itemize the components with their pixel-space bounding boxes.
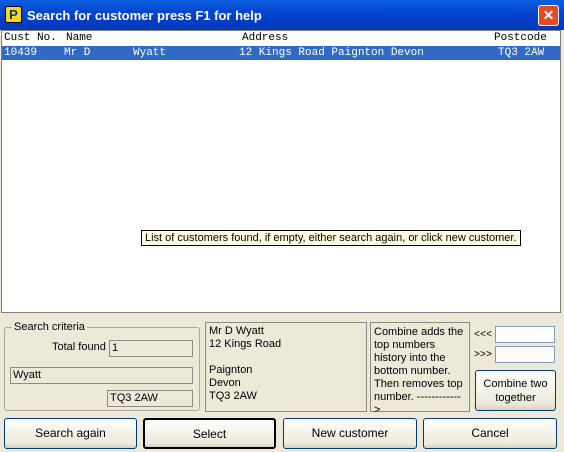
search-again-button[interactable]: Search again <box>4 418 137 449</box>
cell-title: Mr D <box>64 47 91 59</box>
cell-cust-no: 10439 <box>4 47 38 59</box>
column-header-postcode[interactable]: Postcode <box>494 32 547 44</box>
cancel-button[interactable]: Cancel <box>423 418 557 449</box>
results-tooltip: List of customers found, if empty, eithe… <box>141 230 521 246</box>
total-found-field: 1 <box>109 340 193 357</box>
address-line: TQ3 2AW <box>209 390 257 402</box>
grid-header: Cust No. Name Address Postcode <box>2 31 560 45</box>
bottom-arrow-label: >>> <box>474 350 493 361</box>
postcode-field: TQ3 2AW <box>107 390 193 407</box>
address-line: Paignton <box>209 364 253 376</box>
close-button[interactable]: ✕ <box>538 5 559 26</box>
top-arrow-label: <<< <box>474 330 493 341</box>
customer-results-grid[interactable]: Cust No. Name Address Postcode 10439 Mr … <box>1 30 561 313</box>
cell-surname: Wyatt <box>133 47 167 59</box>
title-bar: P Search for customer press F1 for help … <box>0 0 564 30</box>
close-icon: ✕ <box>542 7 555 23</box>
table-row[interactable]: 10439 Mr D Wyatt 12 Kings Road Paignton … <box>2 46 560 60</box>
select-button[interactable]: Select <box>143 418 276 449</box>
combine-two-together-button[interactable]: Combine two together <box>475 370 556 411</box>
app-icon: P <box>5 6 22 23</box>
address-panel: Mr D Wyatt 12 Kings Road Paignton Devon … <box>205 322 367 412</box>
address-line: Devon <box>209 377 241 389</box>
cell-postcode: TQ3 2AW <box>498 47 545 59</box>
surname-field: Wyatt <box>10 367 193 384</box>
column-header-address[interactable]: Address <box>242 32 288 44</box>
search-criteria-legend: Search criteria <box>12 321 87 333</box>
combine-help-text: Combine adds the top numbers history int… <box>370 322 470 416</box>
new-customer-button[interactable]: New customer <box>283 418 417 449</box>
column-header-cust-no[interactable]: Cust No. <box>4 32 57 44</box>
address-line: 12 Kings Road <box>209 338 282 350</box>
cell-address: 12 Kings Road Paignton Devon <box>239 47 424 59</box>
window-title: Search for customer press F1 for help <box>27 8 262 23</box>
column-header-name[interactable]: Name <box>66 32 92 44</box>
search-criteria-group: Search criteria Total found 1 Wyatt TQ3 … <box>4 321 200 411</box>
combine-top-input[interactable] <box>495 326 555 343</box>
address-line: Mr D Wyatt <box>209 325 264 337</box>
combine-bottom-input[interactable] <box>495 346 555 363</box>
total-found-label: Total found <box>52 341 106 353</box>
address-line <box>209 351 363 364</box>
